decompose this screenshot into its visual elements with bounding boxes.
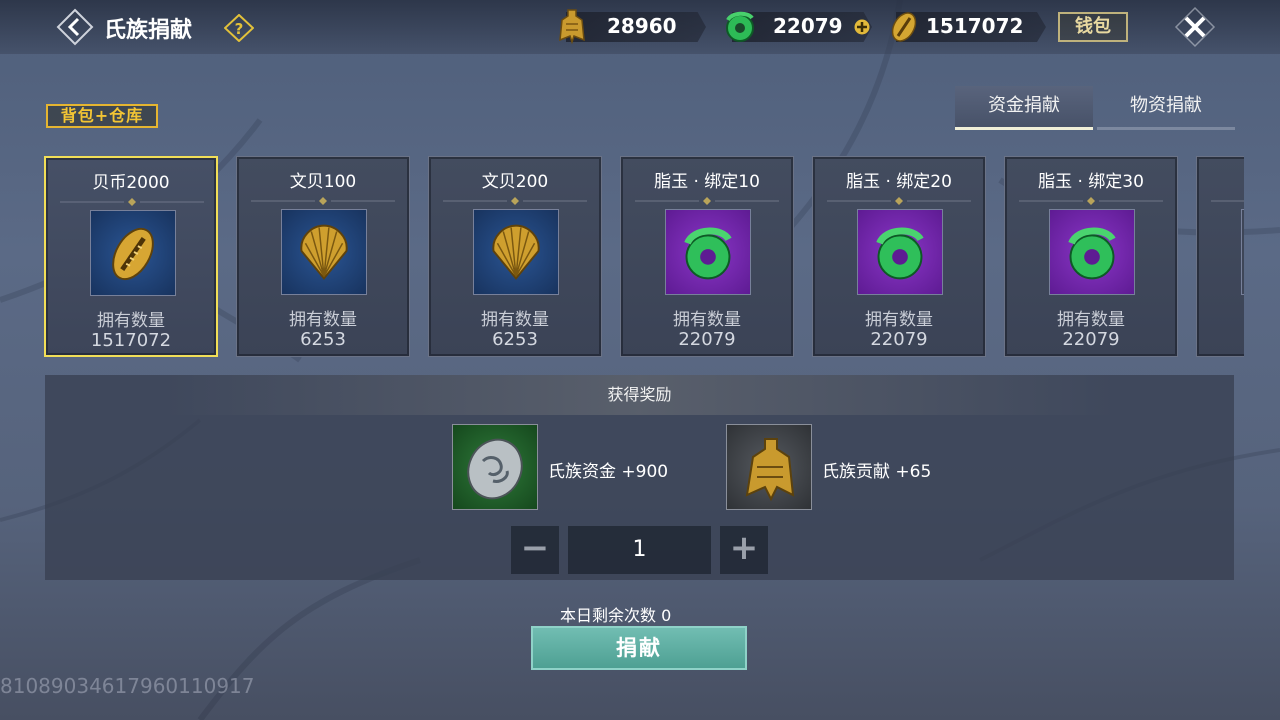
gold-cowrie-shell-icon <box>891 12 917 42</box>
item-card[interactable]: 文贝100 拥有数量 6253 <box>236 156 410 357</box>
reward-panel: 获得奖励 氏族资金 +900 氏族贡献 +65 − 1 + <box>45 375 1234 580</box>
ornament-divider-icon <box>1211 200 1244 202</box>
reward-text-clan-contribution: 氏族贡献 +65 <box>822 462 932 482</box>
reward-item-clan-contribution[interactable] <box>726 424 812 510</box>
bronze-bell-icon <box>745 438 795 502</box>
storage-scope-tag: 背包+仓库 <box>46 104 158 128</box>
donate-button[interactable]: 捐献 <box>531 626 747 670</box>
add-currency-icon[interactable] <box>854 19 870 35</box>
gold-scallop-shell-icon <box>281 209 367 295</box>
item-card-owned-count: 1517072 <box>90 330 172 351</box>
gold-bell-coin-icon <box>559 9 585 45</box>
item-card-owned-count: 6253 <box>300 329 346 350</box>
item-card-name: 脂玉 · 绑定30 <box>1038 172 1144 192</box>
item-card-owned-count: 22079 <box>1062 329 1120 350</box>
item-card-owned-label: 拥有数量 <box>97 311 165 331</box>
tab-fund-donation[interactable]: 资金捐献 <box>955 86 1093 130</box>
wallet-button[interactable]: 钱包 <box>1058 12 1128 42</box>
item-card-owned-label: 拥有数量 <box>865 310 933 330</box>
ornament-divider-icon <box>635 197 779 205</box>
donation-item-list: 贝币2000 拥有数量 1517072 文贝100 拥有数量 6253 文贝200 拥有数量 6… <box>44 156 1244 358</box>
increase-quantity-button[interactable]: + <box>720 526 768 574</box>
ornament-divider-icon <box>251 197 395 205</box>
item-card[interactable]: 贝币2000 拥有数量 1517072 <box>44 156 218 357</box>
top-bar: 氏族捐献 ? 28960 22079 1517072 钱包 <box>0 0 1280 54</box>
jade-disc-icon <box>857 209 943 295</box>
item-card[interactable]: 氏 <box>1196 156 1244 357</box>
jade-disc-icon <box>726 11 754 42</box>
svg-text:?: ? <box>235 20 244 38</box>
jade-disc-icon <box>665 209 751 295</box>
item-card[interactable]: 脂玉 · 绑定10 拥有数量 22079 <box>620 156 794 357</box>
resource-value-bell-coin: 28960 <box>607 14 677 38</box>
item-card-name: 脂玉 · 绑定10 <box>654 172 760 192</box>
item-card-owned-label: 拥有数量 <box>481 310 549 330</box>
item-card-owned-label: 拥有数量 <box>1057 310 1125 330</box>
item-card-name: 贝币2000 <box>92 173 170 193</box>
item-card-owned-label: 拥有数量 <box>673 310 741 330</box>
help-icon[interactable]: ? <box>224 14 254 42</box>
partial-item-icon <box>1241 209 1244 295</box>
resource-value-cowrie: 1517072 <box>926 14 1024 38</box>
tab-material-donation[interactable]: 物资捐献 <box>1097 86 1235 130</box>
ornament-divider-icon <box>60 198 204 206</box>
item-card-owned-count: 22079 <box>870 329 928 350</box>
reward-item-clan-fund[interactable] <box>452 424 538 510</box>
silver-coin-icon <box>467 438 523 500</box>
remaining-times-label: 本日剩余次数 0 <box>560 606 672 625</box>
item-card-owned-count: 22079 <box>678 329 736 350</box>
item-card-owned-count: 6253 <box>492 329 538 350</box>
decrease-quantity-button[interactable]: − <box>511 526 559 574</box>
close-icon[interactable] <box>1174 6 1216 48</box>
page-title: 氏族捐献 <box>104 18 193 43</box>
gold-scallop-shell-icon <box>473 209 559 295</box>
ornament-divider-icon <box>1019 197 1163 205</box>
quantity-field[interactable]: 1 <box>568 526 711 574</box>
item-card-name: 脂玉 · 绑定20 <box>846 172 952 192</box>
item-card-name: 文贝100 <box>289 172 357 192</box>
item-card[interactable]: 文贝200 拥有数量 6253 <box>428 156 602 357</box>
debug-id-text: 8108903461796011091​7 <box>0 674 255 698</box>
reward-title: 获得奖励 <box>45 375 1234 415</box>
reward-text-clan-fund: 氏族资金 +900 <box>548 462 669 482</box>
item-card-name: 氏 <box>1197 167 1244 192</box>
jade-disc-icon <box>1049 209 1135 295</box>
item-card-name: 文贝200 <box>481 172 549 192</box>
resource-value-jade: 22079 <box>773 14 843 38</box>
gold-cowrie-shell-icon <box>90 210 176 296</box>
back-icon[interactable] <box>56 8 94 46</box>
item-card-owned-label: 拥有数量 <box>289 310 357 330</box>
ornament-divider-icon <box>827 197 971 205</box>
ornament-divider-icon <box>443 197 587 205</box>
item-card[interactable]: 脂玉 · 绑定30 拥有数量 22079 <box>1004 156 1178 357</box>
item-card[interactable]: 脂玉 · 绑定20 拥有数量 22079 <box>812 156 986 357</box>
